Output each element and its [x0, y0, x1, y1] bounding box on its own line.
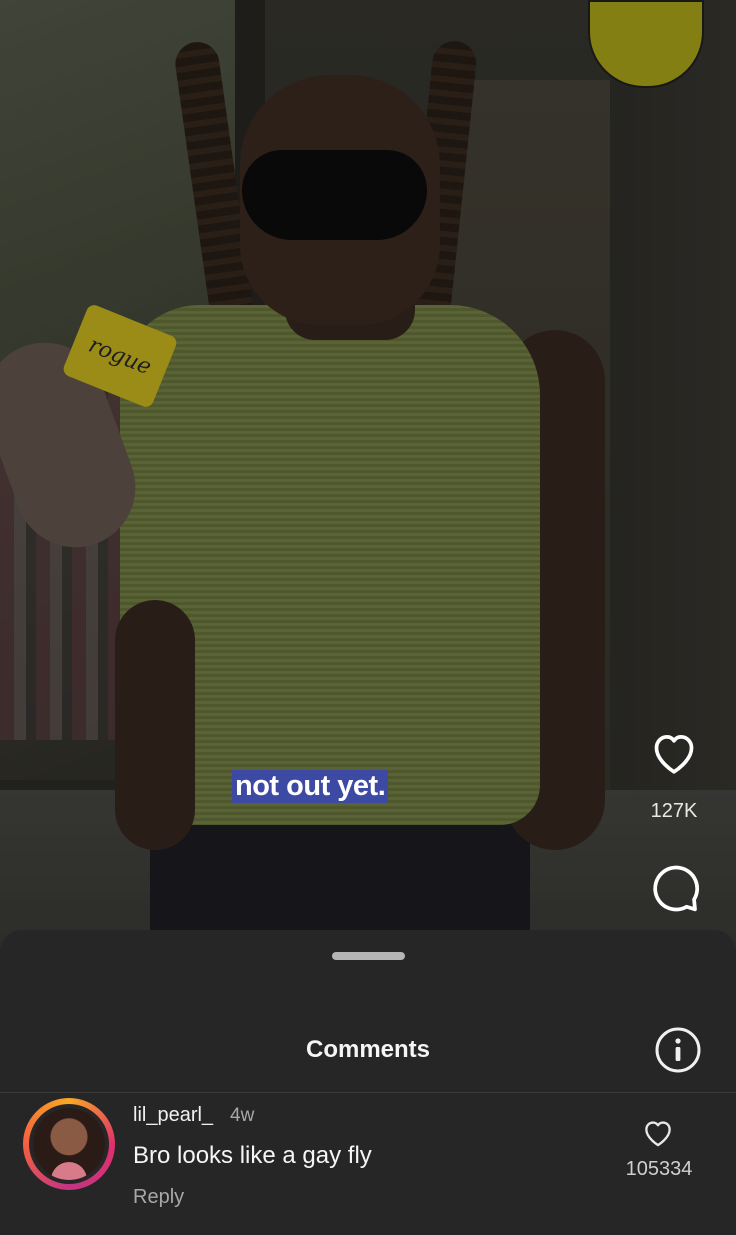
- video-caption: not out yet.: [232, 770, 389, 803]
- comment-timestamp: 4w: [230, 1105, 255, 1126]
- comment-bubble-icon: [653, 865, 700, 912]
- avatar[interactable]: [33, 1108, 105, 1180]
- sheet-divider: [0, 1092, 736, 1093]
- comment-like-button[interactable]: [640, 1116, 676, 1148]
- comment-username[interactable]: lil_pearl_: [133, 1104, 213, 1127]
- sheet-title: Comments: [305, 1036, 431, 1063]
- comment-item: lil_pearl_ 4w Bro looks like a gay fly R…: [0, 1098, 736, 1228]
- heart-outline-icon: [645, 1121, 671, 1147]
- sheet-dim-overlay: [0, 0, 736, 950]
- comment-button[interactable]: [646, 858, 702, 914]
- sheet-grabber-handle[interactable]: [332, 952, 405, 960]
- info-button[interactable]: [654, 1026, 702, 1074]
- comment-like-count: 105334: [625, 1158, 693, 1180]
- info-icon: [655, 1027, 701, 1073]
- like-button[interactable]: [646, 724, 702, 780]
- reply-button[interactable]: Reply: [133, 1186, 184, 1209]
- comments-sheet: Comments lil_pearl_ 4w Bro looks like a …: [0, 930, 736, 1235]
- heart-outline-icon: [654, 734, 694, 774]
- comment-text: Bro looks like a gay fly: [133, 1142, 372, 1169]
- like-count: 127K: [650, 800, 698, 822]
- video-player[interactable]: rogue not out yet. 127K: [0, 0, 736, 950]
